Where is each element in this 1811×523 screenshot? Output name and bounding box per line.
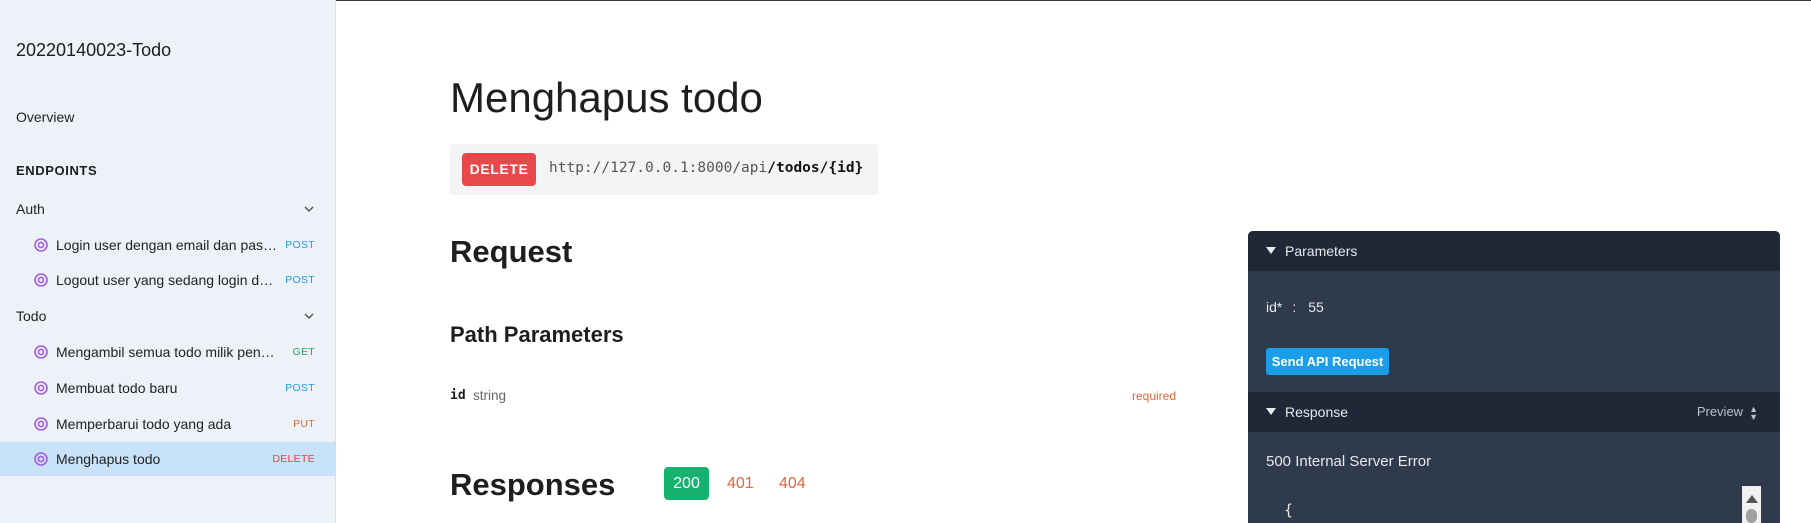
sidebar-item-delete-todo[interactable]: Menghapus todo DELETE [0,442,335,476]
sort-icon: ▲ ▼ [1749,403,1758,422]
sidebar-item-label: Memperbarui todo yang ada [56,416,232,432]
method-badge: DELETE [272,453,315,465]
sidebar-item-label: Login user dengan email dan passw... [56,237,278,253]
sidebar-item-label: Membuat todo baru [56,380,178,396]
method-badge: GET [292,346,315,358]
url-path: /todos/{id} [767,160,864,176]
param-required: required [1131,389,1176,403]
path-parameters-heading: Path Parameters [450,322,624,347]
try-it-panel: Parameters id*:55 Send API Request Respo… [1248,231,1780,523]
send-api-request-button[interactable]: Send API Request [1266,348,1389,375]
method-badge: POST [285,274,315,286]
app-title: 20220140023-Todo [16,40,172,60]
response-scrollbar[interactable] [1742,486,1761,523]
endpoint-url-box: DELETE http://127.0.0.1:8000/api/todos/{… [450,144,878,195]
sidebar-item-get-todos[interactable]: Mengambil semua todo milik penggu... GET [0,335,335,369]
sidebar-item-logout[interactable]: Logout user yang sedang login dan ... PO… [0,263,335,297]
scroll-up-icon[interactable] [1746,495,1758,503]
responses-heading: Responses [450,467,616,502]
target-icon [34,417,48,431]
sidebar-group-label: Todo [16,308,47,324]
url-base: http://127.0.0.1:8000/api [549,160,768,176]
preview-label: Preview [1696,404,1744,419]
method-badge: PUT [293,418,315,430]
response-status: 500 Internal Server Error [1266,453,1432,470]
parameters-header[interactable]: Parameters [1248,231,1780,271]
response-code-tab-401[interactable]: 401 [727,467,754,500]
target-icon [34,345,48,359]
parameters-label: Parameters [1285,243,1358,259]
sidebar-item-update-todo[interactable]: Memperbarui todo yang ada PUT [0,407,335,441]
sidebar-item-login[interactable]: Login user dengan email dan passw... POS… [0,228,335,262]
method-badge: POST [285,239,315,251]
endpoint-url: http://127.0.0.1:8000/api/todos/{id} [549,160,863,176]
target-icon [34,273,48,287]
chevron-down-icon [304,313,314,320]
param-colon: : [1292,299,1297,315]
sidebar-group-auth[interactable]: Auth [0,194,336,224]
response-code-tab-200[interactable]: 200 [664,467,709,500]
sidebar: 20220140023-Todo Overview ENDPOINTS Auth… [0,0,336,523]
endpoints-heading: ENDPOINTS [16,163,98,178]
triangle-down-icon [1266,408,1276,415]
response-header[interactable]: Response Preview ▲ ▼ [1248,392,1780,432]
triangle-down-icon [1266,247,1276,254]
request-heading: Request [450,234,573,269]
param-input-value[interactable]: 55 [1308,299,1324,315]
sidebar-item-create-todo[interactable]: Membuat todo baru POST [0,371,335,405]
target-icon [34,238,48,252]
sidebar-item-label: Logout user yang sedang login dan ... [56,272,278,288]
param-input-row: id*:55 [1266,299,1324,315]
sidebar-item-label: Menghapus todo [56,451,161,467]
param-input-label: id* [1266,299,1283,315]
preview-toggle[interactable]: Preview ▲ ▼ [1697,404,1758,421]
param-type: string [473,388,507,403]
param-row: id string required [450,388,1176,410]
target-icon [34,452,48,466]
sidebar-group-todo[interactable]: Todo [0,301,336,331]
response-body: { [1284,501,1294,519]
chevron-down-icon [304,206,314,213]
response-label: Response [1285,404,1349,420]
scroll-thumb[interactable] [1746,509,1757,523]
sidebar-item-label: Mengambil semua todo milik penggu... [56,344,278,360]
sidebar-item-overview[interactable]: Overview [16,109,74,125]
sidebar-group-label: Auth [16,201,45,217]
http-method-badge: DELETE [462,153,536,186]
response-code-tab-404[interactable]: 404 [779,467,806,500]
param-name: id [450,388,466,403]
target-icon [34,381,48,395]
method-badge: POST [285,382,315,394]
page-title: Menghapus todo [450,74,763,121]
